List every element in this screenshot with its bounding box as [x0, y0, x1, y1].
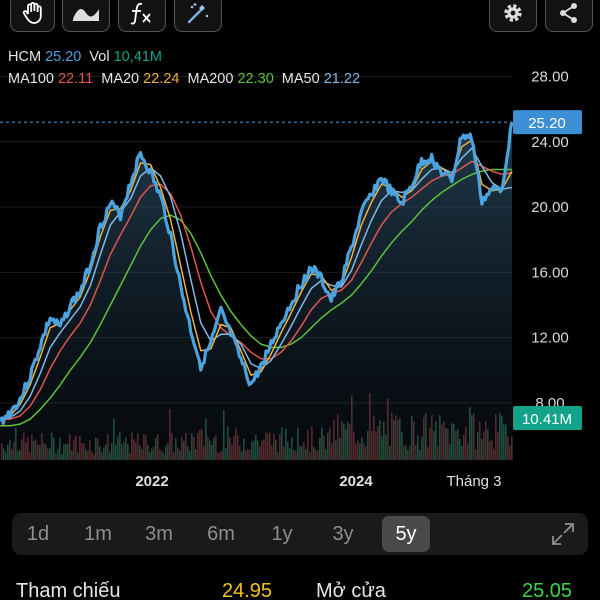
magic-wand-icon [187, 3, 209, 24]
y-tick-label: 20.00 [531, 199, 569, 216]
open-price-label: Mở cửa [316, 580, 386, 600]
open-price-value: 25.05 [522, 580, 573, 600]
magic-wand-button[interactable] [174, 0, 222, 32]
hand-pointer-button[interactable] [10, 0, 55, 32]
period-1y[interactable]: 1y [259, 516, 305, 552]
current-price-badge-label: 25.20 [528, 115, 566, 132]
y-tick-label: 24.00 [531, 134, 569, 151]
y-tick-label: 28.00 [531, 68, 569, 85]
settings-button[interactable] [489, 0, 537, 32]
legend-price: 25.20 [45, 49, 82, 65]
gear-icon [504, 4, 522, 22]
price-chart-svg: 28.0024.0020.0016.0012.008.00 2022 2024 Th… [0, 68, 582, 490]
ref-price-label: Tham chiếu [16, 580, 121, 600]
quote-stats: Tham chiếu 24.95 Mở cửa 25.05 [0, 576, 600, 600]
legend-row-ma: MA100 22.11 MA20 22.24 MA200 22.30 MA50 … [8, 71, 364, 87]
price-chart[interactable]: 28.00 24.00 20.00 16.00 12.00 8.00 2022 2024 Th… [0, 40, 600, 508]
period-selector: 1d 1m 3m 6m 1y 3y 5y [12, 513, 588, 555]
function-fx-icon [130, 2, 151, 25]
x-tick-label: Tháng 3 [446, 473, 501, 490]
legend-vol-label: Vol [89, 49, 110, 65]
legend-ma20-label: MA20 [101, 71, 140, 87]
legend-ma50-label: MA50 [281, 71, 320, 87]
fullscreen-button[interactable] [550, 521, 576, 552]
period-5y[interactable]: 5y [382, 516, 430, 552]
line-style-icon [73, 9, 99, 21]
legend-ma20: 22.24 [143, 71, 180, 87]
legend-row-price: HCM 25.20 Vol 10,41M [8, 49, 166, 65]
period-3y[interactable]: 3y [320, 516, 366, 552]
x-tick-label: 2022 [135, 473, 168, 490]
x-tick-label: 2024 [339, 473, 373, 490]
legend-ma100-label: MA100 [8, 71, 54, 87]
legend-ma100: 22.11 [57, 71, 94, 87]
share-icon [560, 3, 577, 23]
y-tick-label: 12.00 [531, 330, 569, 347]
legend-vol: 10,41M [113, 49, 162, 65]
ref-price-value: 24.95 [222, 580, 273, 600]
y-tick-label: 16.00 [531, 264, 569, 281]
period-1d[interactable]: 1d [15, 516, 61, 552]
hand-pointer-icon [22, 2, 42, 24]
legend-ma50: 21.22 [323, 71, 361, 87]
volume-badge-label: 10.41M [522, 411, 572, 428]
legend-ma200: 22.30 [237, 71, 274, 87]
share-button[interactable] [545, 0, 593, 32]
period-6m[interactable]: 6m [198, 516, 244, 552]
price-area-fill [0, 122, 512, 460]
expand-arrows-icon [552, 523, 574, 545]
legend-ticker: HCM [8, 49, 42, 65]
period-3m[interactable]: 3m [136, 516, 182, 552]
legend-ma200-label: MA200 [187, 71, 234, 87]
period-1m[interactable]: 1m [75, 516, 121, 552]
line-style-button[interactable] [62, 0, 110, 32]
function-fx-button[interactable] [118, 0, 166, 32]
chart-toolbar [0, 0, 600, 36]
